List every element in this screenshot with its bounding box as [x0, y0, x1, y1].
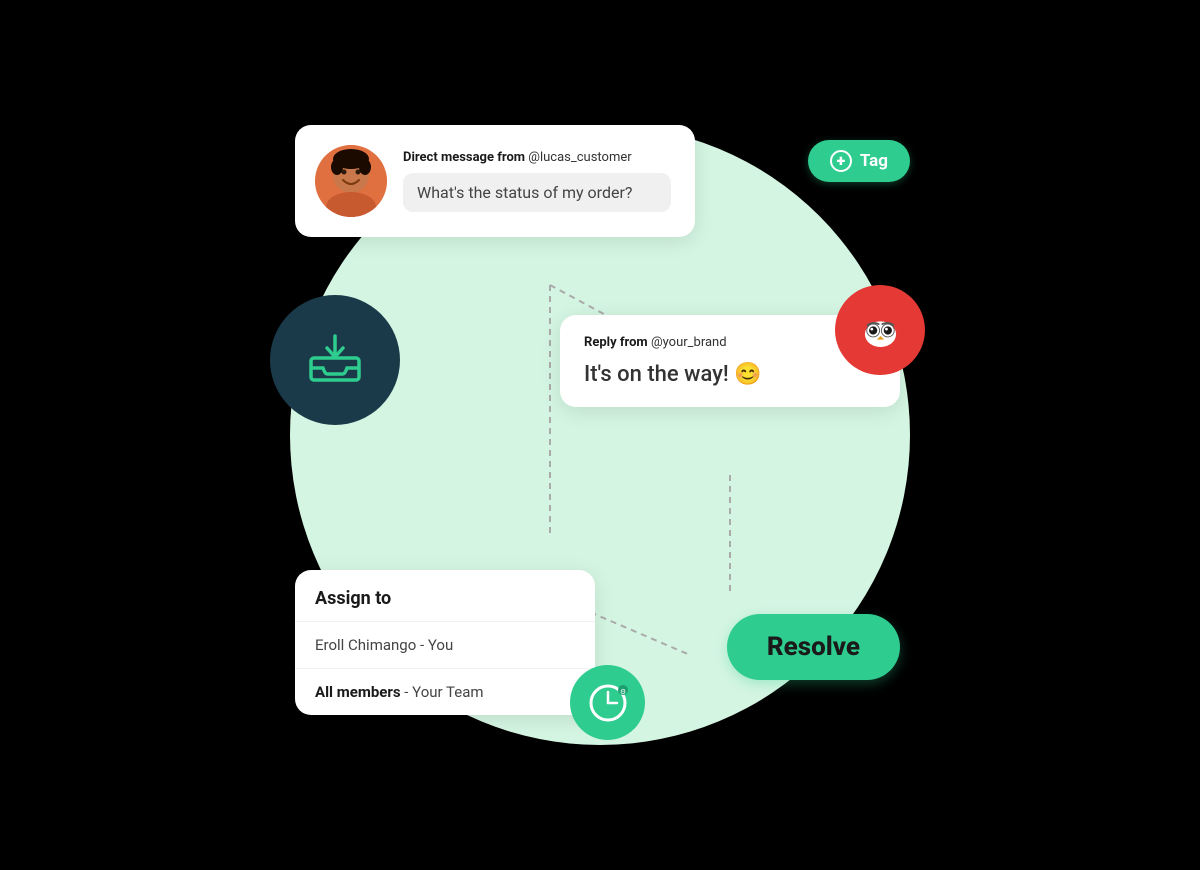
- assign-item-all[interactable]: All members - Your Team: [295, 669, 595, 715]
- reply-handle: @your_brand: [651, 335, 727, 350]
- avatar: [315, 145, 387, 217]
- tag-button[interactable]: + Tag: [808, 140, 910, 182]
- hootsuite-owl-circle: [835, 285, 925, 375]
- reply-header-bold: Reply from: [584, 335, 648, 350]
- clock-circle: ⚙: [570, 665, 645, 740]
- dm-header-bold: Direct message from: [403, 150, 525, 165]
- dm-message: What's the status of my order?: [403, 173, 671, 212]
- assign-title: Assign to: [295, 570, 595, 622]
- assign-card: Assign to Eroll Chimango - You All membe…: [295, 570, 595, 715]
- dm-card: Direct message from @lucas_customer What…: [295, 125, 695, 237]
- assign-item-all-bold: All members: [315, 683, 401, 701]
- assign-item-you[interactable]: Eroll Chimango - You: [295, 622, 595, 669]
- resolve-label: Resolve: [767, 632, 860, 662]
- assign-item-you-label: Eroll Chimango - You: [315, 636, 453, 654]
- reply-message: It's on the way! 😊: [584, 362, 876, 387]
- resolve-button[interactable]: Resolve: [727, 614, 900, 680]
- plus-icon: +: [830, 150, 852, 172]
- tag-label: Tag: [860, 151, 888, 171]
- dm-header: Direct message from @lucas_customer: [403, 150, 671, 165]
- dm-content: Direct message from @lucas_customer What…: [403, 150, 671, 212]
- inbox-circle: [270, 295, 400, 425]
- clock-icon: ⚙: [587, 682, 629, 724]
- reply-header: Reply from @your_brand: [584, 335, 876, 350]
- dm-handle: @lucas_customer: [528, 150, 631, 165]
- owl-icon: [853, 303, 908, 358]
- inbox-icon: [305, 330, 365, 390]
- svg-text:⚙: ⚙: [619, 688, 625, 696]
- assign-item-all-normal: - Your Team: [401, 683, 484, 701]
- scene: + Tag: [200, 35, 1000, 835]
